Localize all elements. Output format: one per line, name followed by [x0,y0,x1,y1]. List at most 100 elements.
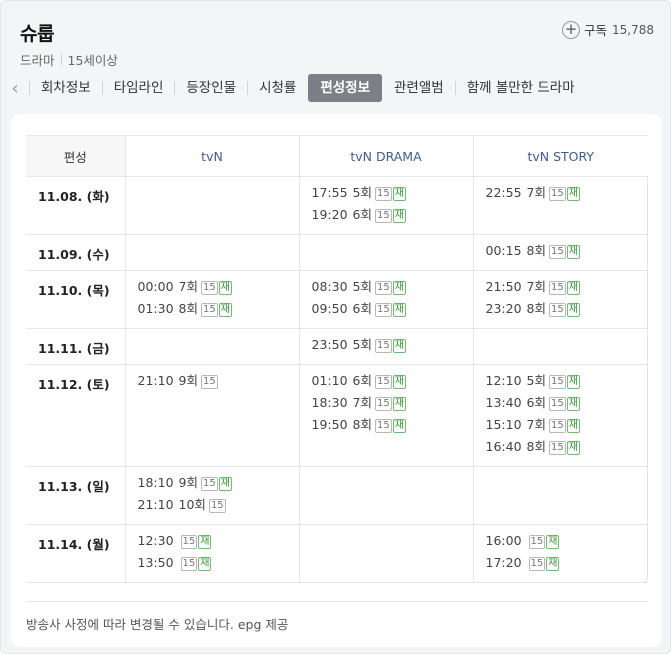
row-date: 11.09. (수) [26,234,125,271]
episode-number: 7회 [526,417,546,432]
row-date: 11.10. (목) [26,270,125,329]
age-rating-badge: 15 [374,397,392,411]
table-row: 11.10. (목) 00:00 7회 15 재 01:30 8회 15 재 08:30 5회 15 재… [26,270,649,329]
schedule-cell: 01:10 6회 15 재 18:30 7회 15 재 19:50 8회 15 재 [298,364,473,467]
schedule-table: 편성 tvN tvN DRAMA tvN STORY 11.08. (화) 17:55 5… [26,135,648,583]
airing-entry: 15:10 7회 15 재 [486,418,649,440]
age-rating-badge: 15 [200,303,218,317]
rerun-badge: 재 [566,187,580,201]
air-time: 21:50 [485,279,522,294]
rerun-badge: 재 [198,557,212,571]
schedule-cell [298,524,473,583]
tab-5[interactable]: 관련앨범 [383,74,455,102]
row-date: 11.14. (월) [26,524,125,583]
schedule-cell: 00:15 8회 15 재 [472,234,649,271]
age-rating-badge: 15 [374,419,392,433]
tab-0[interactable]: 회차정보 [30,74,102,102]
subscribe-button[interactable]: + 구독 15,788 [561,20,654,39]
tab-6[interactable]: 함께 볼만한 드라마 [456,74,586,102]
episode-number: 5회 [526,373,546,388]
airing-entry: 13:40 6회 15 재 [486,396,649,418]
tab-2[interactable]: 등장인물 [175,74,247,102]
schedule-cell [124,234,299,271]
meta-divider [60,54,62,65]
schedule-cell [124,176,299,235]
episode-number: 9회 [178,373,198,388]
airing-entry: 08:30 5회 15 재 [312,280,473,302]
chevron-left-icon[interactable]: ‹ [1,78,29,99]
age-rating-badge: 15 [528,535,546,549]
air-time: 12:30 [137,533,174,548]
schedule-cell: 18:10 9회 15 재 21:10 10회 15 [124,466,299,525]
episode-number: 8회 [526,439,546,454]
row-date: 11.08. (화) [26,176,125,235]
air-time: 23:20 [485,301,522,316]
episode-number: 5회 [352,337,372,352]
air-time: 18:30 [311,395,348,410]
episode-number: 7회 [526,185,546,200]
schedule-cell: 16:00 15 재 17:20 15 재 [472,524,648,583]
episode-number: 6회 [526,395,546,410]
age-rating-badge: 15 [200,477,218,491]
airing-entry: 18:10 9회 15 재 [138,476,299,498]
age-rating-badge: 15 [548,245,566,259]
rerun-badge: 재 [566,375,580,389]
rerun-badge: 재 [392,303,406,317]
age-rating-badge: 15 [374,339,392,353]
rerun-badge: 재 [546,557,560,571]
airing-entry: 18:30 7회 15 재 [312,396,473,418]
footer-divider [26,601,648,602]
age-rating-badge: 15 [374,303,392,317]
rerun-badge: 재 [392,375,406,389]
rerun-badge: 재 [218,281,232,295]
age-rating-badge: 15 [374,187,392,201]
subscribe-label: 구독 [583,23,607,38]
table-row: 11.08. (화) 17:55 5회 15 재 19:20 6회 15 재 22:55 7회 15 재 [26,176,648,235]
airing-entry: 19:50 8회 15 재 [312,418,473,440]
genre-label: 드라마 [20,53,55,68]
age-rating-badge: 15 [374,375,392,389]
table-header-row: 편성 tvN tvN DRAMA tvN STORY [26,135,648,177]
age-rating-badge: 15 [374,209,392,223]
air-time: 16:40 [485,439,522,454]
episode-number: 5회 [352,279,372,294]
airing-entry: 19:20 6회 15 재 [312,208,473,230]
airing-entry: 23:20 8회 15 재 [486,302,649,324]
age-rating-badge: 15 [548,441,566,455]
episode-number: 8회 [352,417,372,432]
air-time: 19:20 [311,207,348,222]
air-time: 12:10 [485,373,522,388]
schedule-cell: 21:50 7회 15 재 23:20 8회 15 재 [472,270,649,329]
airing-entry: 16:40 8회 15 재 [486,440,649,462]
episode-number: 8회 [526,301,546,316]
airing-entry: 00:00 7회 15 재 [138,280,299,302]
schedule-cell: 00:00 7회 15 재 01:30 8회 15 재 [124,270,299,329]
age-rating-badge: 15 [200,375,218,389]
airing-entry: 21:10 10회 15 [138,498,299,520]
tab-bar: ‹ 회차정보 타임라인 등장인물 시청률 편성정보 관련앨범 함께 볼만한 드라마 [1,73,670,103]
schedule-panel: 편성 tvN tvN DRAMA tvN STORY 11.08. (화) 17:55 5… [11,114,662,647]
schedule-cell [298,466,473,525]
rating-label: 15세이상 [67,53,118,68]
airing-entry: 23:50 5회 15 재 [312,338,473,360]
tab-3[interactable]: 시청률 [248,74,307,102]
air-time: 08:30 [311,279,348,294]
air-time: 22:55 [485,185,522,200]
airing-entry: 00:15 8회 15 재 [486,244,649,266]
program-header: 슈룹 드라마 15세이상 + 구독 15,788 ‹ 회차정보 타임라인 등장인물 시… [1,1,670,106]
header-schedule: 편성 [26,135,125,177]
age-rating-badge: 15 [548,419,566,433]
air-time: 01:10 [311,373,348,388]
rerun-badge: 재 [566,397,580,411]
age-rating-badge: 15 [548,397,566,411]
episode-number: 8회 [178,301,198,316]
table-row: 11.09. (수) 00:15 8회 15 재 [26,234,649,271]
tab-1[interactable]: 타임라인 [103,74,175,102]
schedule-cell: 23:50 5회 15 재 [298,328,473,365]
schedule-cell: 08:30 5회 15 재 09:50 6회 15 재 [298,270,473,329]
airing-entry: 01:10 6회 15 재 [312,374,473,396]
airing-entry: 12:10 5회 15 재 [486,374,649,396]
tab-4[interactable]: 편성정보 [308,74,383,102]
program-title: 슈룹 [20,23,54,45]
episode-number: 5회 [352,185,372,200]
